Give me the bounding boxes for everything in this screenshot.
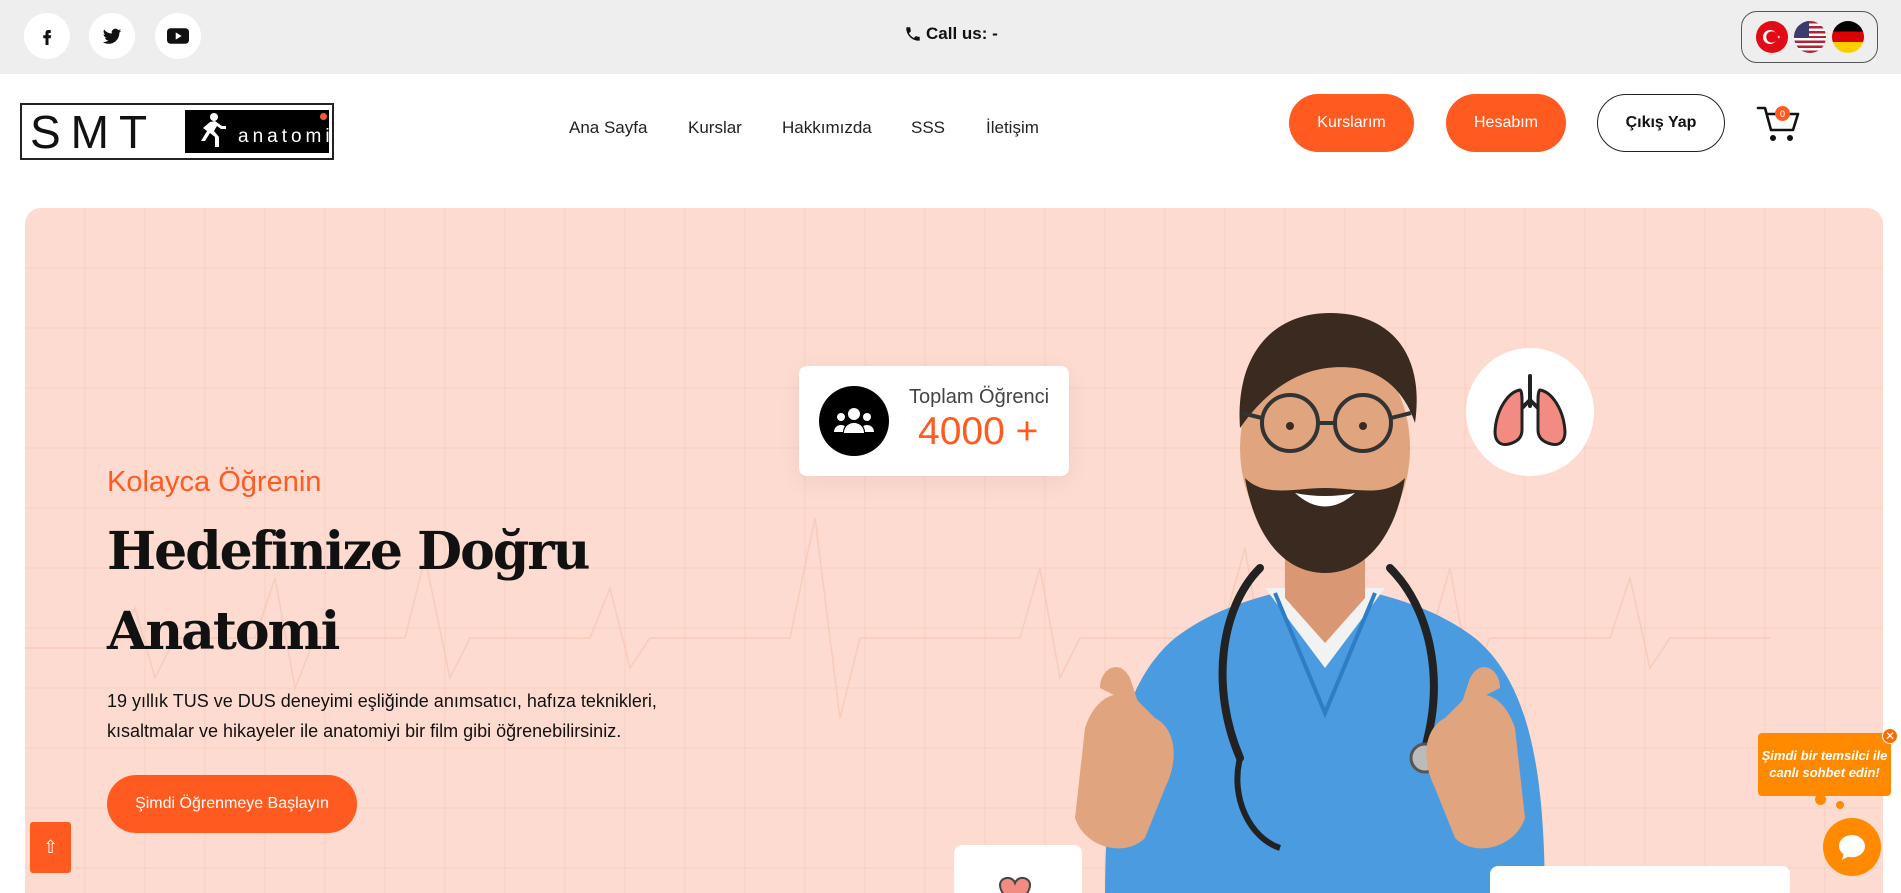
nav-courses[interactable]: Kurslar xyxy=(688,118,742,138)
description-line-2: kısaltmalar ve hikayeler ile anatomiyi b… xyxy=(107,721,622,741)
users-group-icon xyxy=(819,386,889,456)
call-us[interactable]: Call us: - xyxy=(904,24,998,44)
headline-line-1: Hedefinize Doğru xyxy=(107,521,590,582)
hero-headline: Hedefinize Doğru Anatomi xyxy=(107,512,590,672)
hero-description: 19 yıllık TUS ve DUS deneyimi eşliğinde … xyxy=(107,686,747,746)
language-switcher xyxy=(1741,11,1878,63)
youtube-icon[interactable] xyxy=(155,13,201,59)
heart-card xyxy=(954,845,1082,893)
stat-label: Toplam Öğrenci xyxy=(909,386,1050,408)
chat-bubble-tail-small xyxy=(1836,801,1844,809)
nav-contact[interactable]: İletişim xyxy=(986,118,1039,138)
chat-icon xyxy=(1839,835,1865,860)
stat-value: 4000 + xyxy=(918,410,1039,453)
logout-button[interactable]: Çıkış Yap xyxy=(1597,94,1725,152)
cart-count-badge: 0 xyxy=(1775,106,1790,121)
twitter-icon[interactable] xyxy=(89,13,135,59)
nav-faq[interactable]: SSS xyxy=(911,118,945,138)
chat-open-button[interactable] xyxy=(1823,818,1881,876)
runner-icon xyxy=(201,113,226,147)
info-card xyxy=(1490,866,1790,893)
hero-kicker: Kolayca Öğrenin xyxy=(107,466,322,498)
doctor-image xyxy=(1075,313,1545,893)
description-line-1: 19 yıllık TUS ve DUS deneyimi eşliğinde … xyxy=(107,691,657,711)
phone-icon xyxy=(906,27,920,41)
turkey-flag-icon[interactable] xyxy=(1755,21,1788,53)
logo-text-anatomi: anatomi xyxy=(238,126,334,147)
heart-organ-icon xyxy=(998,877,1032,893)
nav-about[interactable]: Hakkımızda xyxy=(782,118,872,138)
facebook-icon[interactable] xyxy=(24,13,70,59)
my-account-button[interactable]: Hesabım xyxy=(1446,94,1566,152)
call-us-label: Call us: - xyxy=(926,24,998,43)
total-students-card: Toplam Öğrenci 4000 + xyxy=(799,366,1069,476)
chat-close-icon[interactable]: ✕ xyxy=(1882,728,1898,744)
chat-bubble-tail xyxy=(1815,794,1826,805)
nav-home[interactable]: Ana Sayfa xyxy=(569,118,647,138)
logo-dot xyxy=(320,113,327,120)
chat-prompt-bubble[interactable]: Şimdi bir temsilci ile canlı sohbet edin… xyxy=(1758,733,1891,796)
site-logo[interactable]: SMT anatomi xyxy=(20,103,334,160)
hero-section: Kolayca Öğrenin Hedefinize Doğru Anatomi… xyxy=(25,208,1883,893)
my-courses-button[interactable]: Kurslarım xyxy=(1289,94,1414,152)
usa-flag-icon[interactable] xyxy=(1793,21,1826,53)
headline-line-2: Anatomi xyxy=(107,601,340,662)
logo-text-smt: SMT xyxy=(30,106,158,158)
top-bar: Call us: - xyxy=(0,0,1901,74)
scroll-to-top-button[interactable]: ⇧ xyxy=(30,822,71,873)
start-learning-button[interactable]: Şimdi Öğrenmeye Başlayın xyxy=(107,775,357,833)
germany-flag-icon[interactable] xyxy=(1831,21,1864,53)
